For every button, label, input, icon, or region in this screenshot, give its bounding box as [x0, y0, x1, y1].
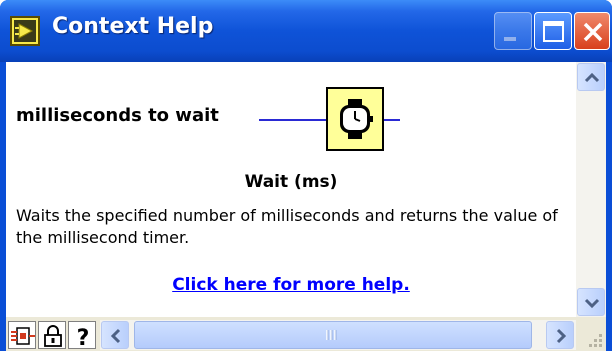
- chevron-up-icon: [584, 72, 600, 83]
- horizontal-scroll-thumb[interactable]: [134, 321, 532, 349]
- lock-button[interactable]: [38, 321, 66, 349]
- minimize-button[interactable]: [494, 12, 532, 50]
- chevron-down-icon: [584, 298, 600, 309]
- scroll-right-button[interactable]: [546, 321, 574, 349]
- close-icon: [583, 22, 603, 42]
- bottom-toolbar: ?: [6, 317, 606, 351]
- horizontal-scrollbar[interactable]: [100, 320, 576, 350]
- grip-icon: [326, 330, 337, 340]
- lock-icon: [44, 325, 62, 347]
- context-help-window: Context Help milliseconds to wait Wait (…: [0, 0, 612, 351]
- terminal-label: milliseconds to wait: [16, 105, 219, 126]
- wristwatch-icon: [340, 99, 373, 139]
- labview-icon: [10, 16, 40, 46]
- svg-text:?: ?: [77, 326, 90, 350]
- vertical-scrollbar[interactable]: [576, 62, 606, 317]
- show-optional-terminals-button[interactable]: [8, 321, 36, 349]
- client-area: milliseconds to wait Wait (ms) Waits the…: [6, 62, 606, 351]
- help-question-icon: ?: [77, 326, 90, 350]
- input-wire: [259, 119, 326, 121]
- maximize-icon: [543, 21, 564, 42]
- chevron-left-icon: [110, 328, 121, 344]
- more-help-link[interactable]: Click here for more help.: [6, 275, 576, 295]
- title-bar[interactable]: Context Help: [0, 0, 612, 62]
- close-button[interactable]: [574, 12, 610, 50]
- window-title: Context Help: [52, 14, 214, 39]
- minimize-icon: [504, 37, 516, 41]
- detailed-help-button[interactable]: ?: [68, 321, 96, 350]
- scroll-down-button[interactable]: [577, 288, 605, 316]
- output-wire: [384, 119, 400, 121]
- scroll-left-button[interactable]: [101, 321, 129, 349]
- function-name: Wait (ms): [244, 172, 338, 192]
- maximize-button[interactable]: [534, 12, 572, 50]
- scroll-up-button[interactable]: [577, 63, 605, 91]
- resize-grip-icon[interactable]: [586, 331, 604, 349]
- chevron-right-icon: [556, 328, 567, 344]
- show-optional-terminals-icon: [11, 327, 35, 345]
- function-description: Waits the specified number of millisecon…: [16, 206, 558, 247]
- help-content: milliseconds to wait Wait (ms) Waits the…: [6, 62, 576, 317]
- wait-function-node: [326, 87, 384, 151]
